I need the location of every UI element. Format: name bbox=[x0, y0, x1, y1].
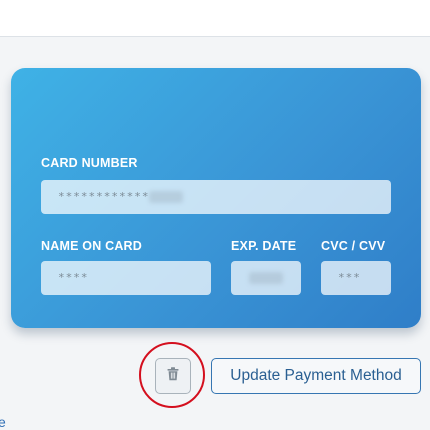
name-on-card-value: **** bbox=[58, 271, 89, 284]
name-on-card-label: NAME ON CARD bbox=[41, 239, 143, 253]
payment-card: CARD NUMBER ************ NAME ON CARD **… bbox=[11, 68, 421, 328]
header-band bbox=[0, 0, 430, 37]
exp-date-blur bbox=[249, 272, 283, 284]
edge-link[interactable]: e bbox=[0, 414, 6, 430]
cvc-value: *** bbox=[338, 271, 361, 284]
card-number-value: ************ bbox=[58, 190, 150, 203]
highlight-circle bbox=[139, 342, 205, 408]
cvc-field[interactable]: *** bbox=[321, 261, 391, 295]
card-number-label: CARD NUMBER bbox=[41, 156, 138, 170]
card-number-field[interactable]: ************ bbox=[41, 180, 391, 214]
exp-date-field[interactable] bbox=[231, 261, 301, 295]
name-on-card-field[interactable]: **** bbox=[41, 261, 211, 295]
update-payment-method-button[interactable]: Update Payment Method bbox=[211, 358, 421, 394]
exp-date-label: EXP. DATE bbox=[231, 239, 297, 253]
cvc-label: CVC / CVV bbox=[321, 239, 386, 253]
card-number-blur bbox=[149, 191, 184, 203]
